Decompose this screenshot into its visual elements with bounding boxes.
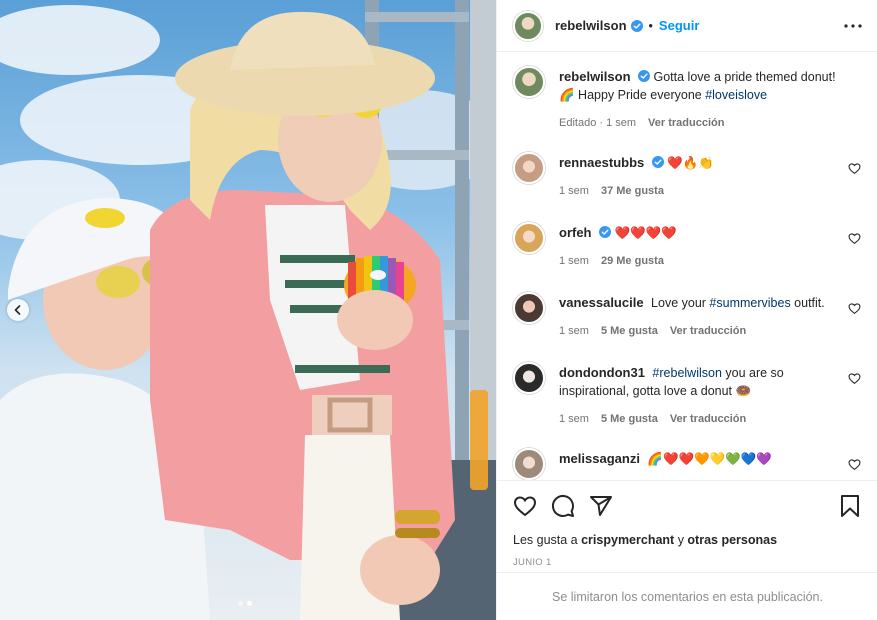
verified-badge-icon [630, 19, 643, 32]
header-username[interactable]: rebelwilson [555, 18, 627, 33]
caption-hashtag[interactable]: #loveislove [705, 88, 767, 102]
post-date[interactable]: JUNIO 1 [513, 557, 861, 568]
likes-others[interactable]: otras personas [687, 533, 777, 547]
comment-hashtag[interactable]: #rebelwilson [652, 366, 721, 380]
post-photo[interactable] [0, 0, 496, 620]
comments-list: rebelwilson Gotta love a pride themed do… [497, 52, 877, 480]
comment-text: 🌈❤️❤️🧡💛💚💙💜 [647, 452, 772, 466]
avatar[interactable] [513, 10, 543, 41]
verified-badge-icon [651, 156, 664, 168]
comment-item: rennaestubbs ❤️🔥👏 1 sem 37 Me gusta [513, 152, 861, 224]
comment-item: dondondon31 #rebelwilson you are so insp… [513, 362, 861, 450]
likes-mid: y [674, 533, 688, 547]
comment-like-heart-icon[interactable] [848, 302, 861, 315]
action-icons [513, 493, 861, 519]
comment-like-heart-icon[interactable] [848, 458, 861, 471]
heart-icon[interactable] [513, 494, 537, 518]
comment-text: ❤️🔥👏 [667, 156, 714, 170]
follow-button[interactable]: Seguir [659, 18, 699, 33]
send-icon[interactable] [589, 494, 613, 518]
carousel-dots [238, 601, 252, 606]
translate-link[interactable]: Ver traducción [670, 322, 746, 340]
comment-icon[interactable] [551, 494, 575, 518]
avatar[interactable] [513, 222, 545, 254]
caption-username[interactable]: rebelwilson [559, 69, 631, 84]
comment-item: orfeh ❤️❤️❤️❤️ 1 sem 29 Me gusta [513, 222, 861, 294]
chevron-left-icon [14, 305, 21, 315]
comments-limited-notice: Se limitaron los comentarios en esta pub… [497, 572, 877, 620]
carousel-prev-button[interactable] [7, 299, 29, 321]
post-caption: rebelwilson Gotta love a pride themed do… [513, 66, 861, 132]
instagram-post: rebelwilson • Seguir rebelwilson Gotta l… [0, 0, 877, 620]
comment-like-heart-icon[interactable] [848, 162, 861, 175]
comment-age: 1 sem [559, 255, 589, 267]
more-options-icon[interactable] [843, 16, 863, 36]
carousel-dot [238, 601, 243, 606]
comment-likes[interactable]: 5 Me gusta [601, 322, 658, 340]
comment-likes[interactable]: 5 Me gusta [601, 410, 658, 428]
comment-username[interactable]: dondondon31 [559, 365, 645, 380]
comment-username[interactable]: rennaestubbs [559, 155, 644, 170]
header-separator: • [648, 18, 653, 33]
avatar[interactable] [513, 66, 545, 98]
comment-likes[interactable]: 37 Me gusta [601, 182, 664, 200]
verified-badge-icon [638, 70, 651, 82]
comment-item: melissaganzi 🌈❤️❤️🧡💛💚💙💜 [513, 448, 861, 480]
comment-hashtag[interactable]: #summervibes [709, 296, 790, 310]
bookmark-icon[interactable] [839, 494, 861, 518]
more-horizontal-icon [844, 23, 862, 28]
comment-like-heart-icon[interactable] [848, 372, 861, 385]
caption-edited: Editado · 1 sem [559, 117, 637, 129]
likes-user[interactable]: crispymerchant [581, 533, 674, 547]
translate-link[interactable]: Ver traducción [670, 410, 746, 428]
avatar[interactable] [513, 448, 545, 480]
likes-summary: Les gusta a crispymerchant y otras perso… [513, 533, 861, 547]
comment-age: 1 sem [559, 325, 589, 337]
comment-text-after: outfit. [790, 296, 825, 310]
avatar[interactable] [513, 292, 545, 324]
comment-username[interactable]: orfeh [559, 225, 592, 240]
avatar[interactable] [513, 362, 545, 394]
comment-age: 1 sem [559, 185, 589, 197]
photo-scene [0, 0, 496, 620]
comment-text: Love your [651, 296, 710, 310]
post-side-panel: rebelwilson • Seguir rebelwilson Gotta l… [496, 0, 877, 620]
comment-item: vanessalucile Love your #summervibes out… [513, 292, 861, 364]
comment-age: 1 sem [559, 413, 589, 425]
verified-badge-icon [598, 226, 611, 238]
comment-likes[interactable]: 29 Me gusta [601, 252, 664, 270]
post-header: rebelwilson • Seguir [497, 0, 877, 52]
avatar[interactable] [513, 152, 545, 184]
comment-text: ❤️❤️❤️❤️ [614, 226, 677, 240]
translate-link[interactable]: Ver traducción [648, 114, 724, 132]
likes-prefix: Les gusta a [513, 533, 582, 547]
comment-username[interactable]: vanessalucile [559, 295, 644, 310]
comment-like-heart-icon[interactable] [848, 232, 861, 245]
carousel-dot-active [247, 601, 252, 606]
comment-username[interactable]: melissaganzi [559, 451, 640, 466]
